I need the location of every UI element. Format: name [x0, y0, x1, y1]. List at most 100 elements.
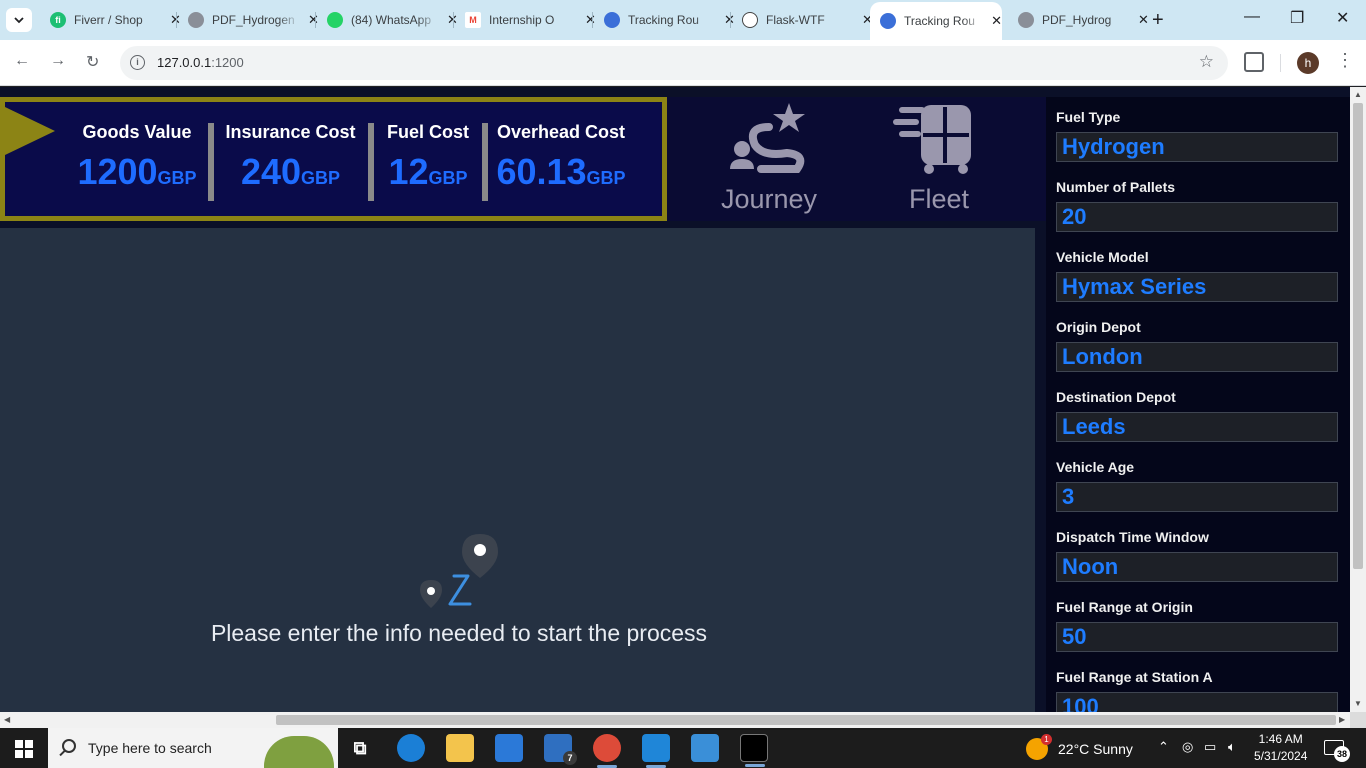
- tab-title: (84) WhatsApp: [351, 13, 432, 27]
- metric-label: Overhead Cost: [496, 122, 626, 142]
- mail-icon[interactable]: 7: [544, 734, 577, 765]
- tab-search-button[interactable]: [6, 8, 32, 32]
- restore-icon[interactable]: ❐: [1290, 8, 1304, 28]
- extensions-icon[interactable]: [1244, 52, 1264, 72]
- truck-icon: [893, 105, 971, 174]
- chrome-icon[interactable]: [593, 734, 621, 768]
- clock[interactable]: 1:46 AM 5/31/2024: [1254, 731, 1307, 765]
- network-icon[interactable]: ▭: [1204, 739, 1216, 755]
- origin-depot-input[interactable]: London: [1056, 342, 1338, 372]
- field-fuel-type: Fuel Type Hydrogen: [1056, 109, 1338, 162]
- windows-start-icon[interactable]: [15, 740, 33, 758]
- whatsapp-icon: [327, 12, 343, 28]
- menu-dots-icon[interactable]: ⋮: [1336, 50, 1354, 71]
- field-number-of-pallets: Number of Pallets 20: [1056, 179, 1338, 232]
- fuel-type-input[interactable]: Hydrogen: [1056, 132, 1338, 162]
- field-label: Fuel Range at Station A: [1056, 669, 1213, 685]
- close-icon[interactable]: ✕: [1138, 12, 1149, 28]
- file-explorer-icon[interactable]: [446, 734, 474, 762]
- vehicle-model-input[interactable]: Hymax Series: [1056, 272, 1338, 302]
- site-info-icon[interactable]: i: [130, 55, 145, 70]
- metric-unit: GBP: [428, 168, 468, 188]
- address-bar[interactable]: i 127.0.0.1:1200 ☆: [120, 46, 1228, 80]
- metric-unit: GBP: [301, 168, 341, 188]
- gmail-icon: M: [465, 12, 481, 28]
- bookmark-star-icon[interactable]: ☆: [1199, 52, 1214, 72]
- tab-title: Tracking Rou: [904, 14, 975, 28]
- goods-value-metric: Goods Value 1200GBP: [77, 122, 197, 193]
- tab-title: PDF_Hydrog: [1042, 13, 1112, 27]
- edge-icon[interactable]: [397, 734, 425, 762]
- tab-divider: [592, 12, 593, 28]
- task-view-icon[interactable]: ⧉: [346, 734, 374, 762]
- close-window-icon[interactable]: ✕: [1336, 8, 1349, 28]
- flag-icon: [5, 107, 55, 155]
- map-area: Please enter the info needed to start th…: [0, 228, 1035, 712]
- volume-icon[interactable]: 🔈︎: [1228, 739, 1236, 755]
- browser-toolbar: ← → ↻ i 127.0.0.1:1200 ☆ h ⋮: [0, 40, 1366, 86]
- scroll-up-icon[interactable]: ▲: [1354, 90, 1362, 99]
- meet-now-icon[interactable]: ◎: [1182, 739, 1193, 755]
- dispatch-time-input[interactable]: Noon: [1056, 552, 1338, 582]
- store-icon[interactable]: [495, 734, 523, 762]
- browser-tab[interactable]: PDF_Hydrogen ✕: [178, 0, 319, 40]
- notification-center-icon[interactable]: 38: [1324, 740, 1350, 762]
- terminal-icon[interactable]: [740, 734, 768, 767]
- vertical-scroll-thumb[interactable]: [1353, 103, 1363, 569]
- vehicle-age-input[interactable]: 3: [1056, 482, 1338, 512]
- field-dispatch-time-window: Dispatch Time Window Noon: [1056, 529, 1338, 582]
- browser-tab[interactable]: PDF_Hydrog ✕: [1008, 0, 1149, 40]
- browser-tab[interactable]: (84) WhatsApp ✕: [317, 0, 458, 40]
- vertical-scrollbar[interactable]: ▲ ▼: [1350, 87, 1366, 712]
- tab-divider: [315, 12, 316, 28]
- reload-icon[interactable]: ↻: [86, 52, 99, 72]
- placeholder-message: Please enter the info needed to start th…: [210, 620, 708, 646]
- destination-depot-input[interactable]: Leeds: [1056, 412, 1338, 442]
- sun-icon: [1026, 734, 1052, 760]
- browser-tab[interactable]: Flask-WTF ✕: [732, 0, 873, 40]
- nav-fleet[interactable]: Fleet: [889, 97, 989, 215]
- photos-icon[interactable]: [691, 734, 719, 762]
- taskbar-search[interactable]: Type here to search: [48, 728, 338, 768]
- firefox-icon: [604, 12, 620, 28]
- minimize-icon[interactable]: —: [1244, 8, 1260, 26]
- firefox-icon: [880, 13, 896, 29]
- metric-label: Insurance Cost: [225, 122, 356, 142]
- vscode-icon[interactable]: [642, 734, 670, 768]
- metric-label: Fuel Cost: [386, 122, 469, 142]
- tab-title: Fiverr / Shop: [74, 13, 143, 27]
- weather-widget[interactable]: 22°C Sunny: [1026, 734, 1133, 760]
- horizontal-scroll-thumb[interactable]: [276, 715, 1336, 725]
- field-fuel-range-station-a: Fuel Range at Station A 100: [1056, 669, 1338, 712]
- input-sidebar: Fuel Type Hydrogen Number of Pallets 20 …: [1046, 97, 1350, 712]
- back-icon[interactable]: ←: [14, 52, 30, 70]
- browser-tab-active[interactable]: Tracking Rou ✕: [870, 2, 1002, 40]
- new-tab-button[interactable]: +: [1152, 10, 1164, 30]
- scroll-right-icon[interactable]: ▶: [1339, 715, 1345, 724]
- scroll-down-icon[interactable]: ▼: [1354, 699, 1362, 708]
- tray-chevron-icon[interactable]: ⌃: [1158, 739, 1169, 755]
- browser-tab[interactable]: M Internship O ✕: [455, 0, 596, 40]
- field-label: Fuel Range at Origin: [1056, 599, 1193, 615]
- fuel-range-origin-input[interactable]: 50: [1056, 622, 1338, 652]
- nav-fleet-label: Fleet: [908, 184, 970, 214]
- page-viewport: Goods Value 1200GBP Insurance Cost 240GB…: [0, 87, 1350, 712]
- metric-value: 240: [240, 151, 302, 192]
- url-host: 127.0.0.1: [157, 55, 212, 70]
- browser-tab[interactable]: fi Fiverr / Shop ✕: [40, 0, 181, 40]
- browser-tab[interactable]: Tracking Rou ✕: [594, 0, 735, 40]
- url-text[interactable]: 127.0.0.1:1200: [157, 55, 244, 70]
- horizontal-scrollbar[interactable]: ◀ ▶: [0, 712, 1350, 728]
- field-vehicle-model: Vehicle Model Hymax Series: [1056, 249, 1338, 302]
- nav-journey[interactable]: Journey: [717, 97, 821, 215]
- scroll-left-icon[interactable]: ◀: [4, 715, 10, 724]
- globe-icon: [1018, 12, 1034, 28]
- close-icon[interactable]: ✕: [991, 13, 1002, 29]
- fuel-range-station-a-input[interactable]: 100: [1056, 692, 1338, 712]
- profile-avatar[interactable]: h: [1297, 52, 1319, 74]
- fuel-cost-metric: Fuel Cost 12GBP: [380, 122, 476, 193]
- forward-icon[interactable]: →: [50, 52, 66, 70]
- overhead-cost-metric: Overhead Cost 60.13GBP: [495, 122, 627, 193]
- pallets-input[interactable]: 20: [1056, 202, 1338, 232]
- nav-block: Journey Fleet: [667, 97, 1047, 221]
